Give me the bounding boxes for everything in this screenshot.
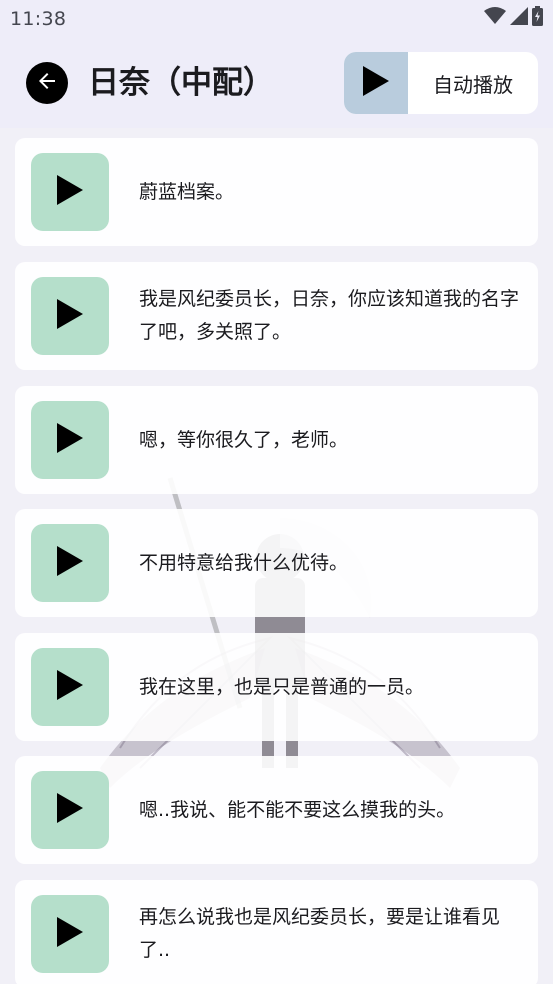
arrow-left-icon: [35, 69, 59, 97]
play-button[interactable]: [31, 401, 109, 479]
page-title: 日奈（中配）: [88, 65, 274, 101]
play-icon: [57, 793, 83, 827]
voice-line-card[interactable]: 我在这里，也是只是普通的一员。: [15, 633, 538, 741]
voice-line-text: 再怎么说我也是风纪委员长，要是让谁看见了..: [139, 906, 501, 961]
voice-line-card[interactable]: 再怎么说我也是风纪委员长，要是让谁看见了..: [15, 880, 538, 984]
signal-icon: [510, 7, 528, 29]
play-button[interactable]: [31, 648, 109, 726]
play-button[interactable]: [31, 524, 109, 602]
voice-line-text: 我在这里，也是只是普通的一员。: [139, 675, 425, 698]
voice-line-text: 嗯，等你很久了，老师。: [139, 428, 349, 451]
play-icon: [57, 546, 83, 580]
voice-line-text: 蔚蓝档案。: [139, 180, 235, 203]
status-time: 11:38: [10, 8, 67, 30]
voice-line-card[interactable]: 我是风纪委员长，日奈，你应该知道我的名字了吧，多关照了。: [15, 262, 538, 370]
play-button[interactable]: [31, 153, 109, 231]
auto-play-icon-box: [344, 52, 408, 114]
voice-line-card[interactable]: 嗯..我说、能不能不要这么摸我的头。: [15, 756, 538, 864]
play-icon: [57, 299, 83, 333]
voice-line-card[interactable]: 嗯，等你很久了，老师。: [15, 386, 538, 494]
play-button[interactable]: [31, 895, 109, 973]
play-icon: [57, 175, 83, 209]
play-icon: [57, 670, 83, 704]
character-illustration: [100, 477, 460, 788]
voice-line-text: 不用特意给我什么优待。: [139, 551, 349, 574]
battery-charging-icon: [532, 6, 543, 30]
voice-line-text: 我是风纪委员长，日奈，你应该知道我的名字了吧，多关照了。: [139, 288, 520, 343]
status-bar: 11:38: [0, 0, 553, 40]
status-icons: [484, 6, 543, 30]
voice-line-list[interactable]: 蔚蓝档案。 我是风纪委员长，日奈，你应该知道我的名字了吧，多关照了。 嗯，等你很…: [0, 128, 553, 984]
wifi-icon: [484, 7, 506, 29]
play-button[interactable]: [31, 771, 109, 849]
play-icon: [57, 917, 83, 951]
play-button[interactable]: [31, 277, 109, 355]
auto-play-label: 自动播放: [433, 72, 513, 97]
voice-line-text: 嗯..我说、能不能不要这么摸我的头。: [139, 798, 456, 821]
auto-play-button[interactable]: 自动播放: [344, 52, 538, 114]
voice-line-card[interactable]: 不用特意给我什么优待。: [15, 509, 538, 617]
voice-line-card[interactable]: 蔚蓝档案。: [15, 138, 538, 246]
app-bar: 日奈（中配） 自动播放: [0, 40, 553, 128]
play-icon: [57, 423, 83, 457]
play-icon: [363, 66, 389, 100]
back-button[interactable]: [26, 62, 68, 104]
